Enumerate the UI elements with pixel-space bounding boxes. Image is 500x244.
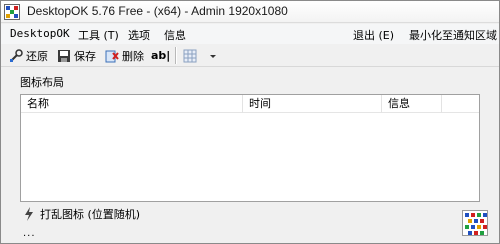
shuffle-label: 打乱图标 (位置随机) <box>40 208 141 221</box>
save-button[interactable]: 保存 <box>57 47 96 64</box>
grid-icon <box>183 49 197 63</box>
delete-icon <box>105 49 119 63</box>
menu-minimize-to-tray[interactable]: 最小化至通知区域 <box>409 27 497 43</box>
menu-bar: DesktopOK 工具 (T) 选项 信息 退出 (E) 最小化至通知区域 <box>1 24 499 44</box>
title-bar[interactable]: DesktopOK 5.76 Free - (x64) - Admin 1920… <box>1 1 499 23</box>
menu-exit[interactable]: 退出 (E) <box>353 27 394 43</box>
menu-options[interactable]: 选项 <box>128 27 150 43</box>
brand-logo-icon <box>462 210 488 236</box>
group-label: 图标布局 <box>20 76 64 89</box>
delete-button[interactable]: 删除 <box>105 47 144 64</box>
more-ellipsis[interactable]: ... <box>23 229 36 239</box>
toolbar: 还原 保存 删除 ab| <box>1 44 499 67</box>
column-header-name[interactable]: 名称 <box>21 95 243 113</box>
column-header-info[interactable]: 信息 <box>382 95 442 113</box>
app-window: DesktopOK 5.76 Free - (x64) - Admin 1920… <box>0 0 500 244</box>
shuffle-icons-button[interactable]: 打乱图标 (位置随机) <box>23 206 140 222</box>
chevron-down-icon <box>207 49 221 63</box>
rename-button[interactable]: ab| <box>151 47 170 64</box>
menu-info[interactable]: 信息 <box>164 27 186 43</box>
dropdown-button[interactable] <box>207 47 224 64</box>
floppy-disk-icon <box>57 49 71 63</box>
menu-tools[interactable]: 工具 (T) <box>78 27 119 43</box>
rename-label: ab| <box>151 49 171 62</box>
restore-button[interactable]: 还原 <box>9 47 48 64</box>
restore-icon <box>9 48 23 63</box>
restore-label: 还原 <box>26 49 48 63</box>
list-header: 名称 时间 信息 <box>21 95 479 113</box>
toolbar-separator <box>175 47 176 64</box>
app-logo-icon <box>4 4 20 20</box>
menu-desktopok[interactable]: DesktopOK <box>10 27 70 40</box>
grid-view-button[interactable] <box>183 47 200 64</box>
window-title: DesktopOK 5.76 Free - (x64) - Admin 1920… <box>27 4 288 18</box>
save-label: 保存 <box>74 49 96 63</box>
lightning-icon <box>23 207 35 221</box>
delete-label: 删除 <box>122 49 144 63</box>
icon-layout-list[interactable]: 名称 时间 信息 <box>20 94 480 202</box>
column-header-time[interactable]: 时间 <box>243 95 382 113</box>
